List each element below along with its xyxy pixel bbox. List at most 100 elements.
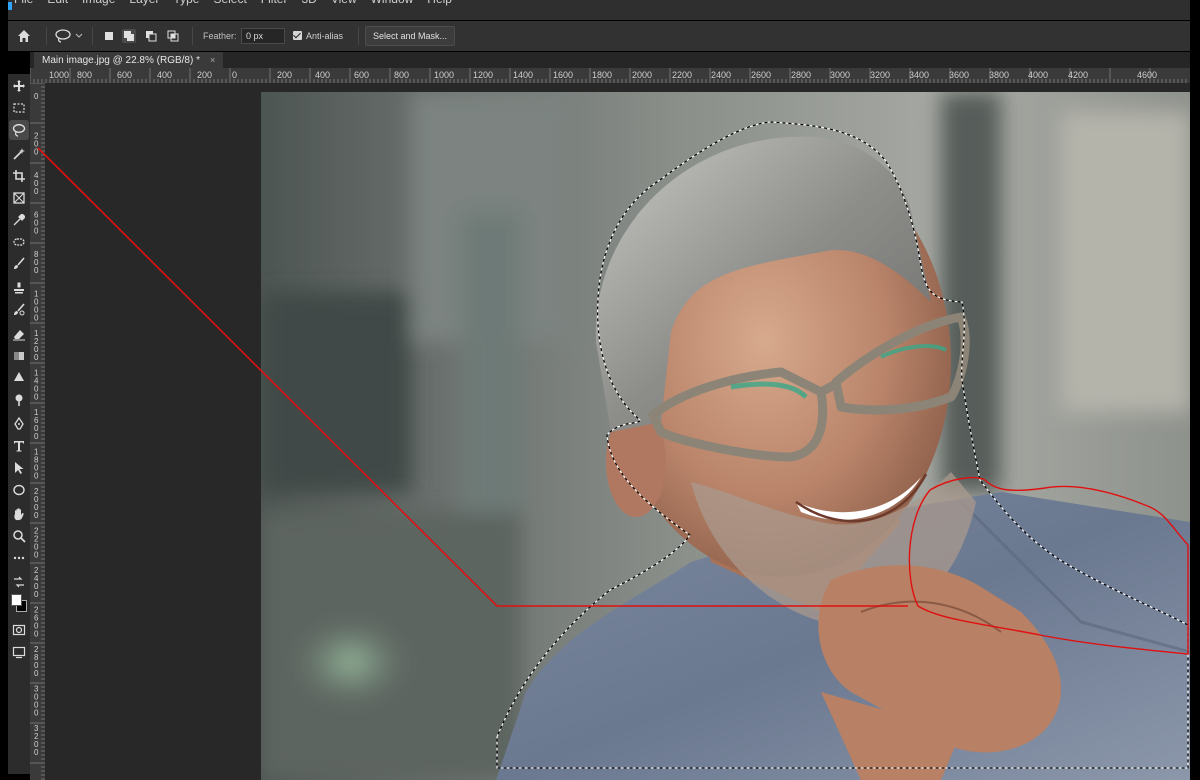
photo-canvas[interactable] xyxy=(261,92,1190,780)
dodge-tool[interactable] xyxy=(9,390,29,410)
move-tool[interactable] xyxy=(9,76,29,96)
pen-tool[interactable] xyxy=(9,414,29,434)
ruler-label: 200 xyxy=(277,70,292,80)
home-icon[interactable] xyxy=(16,21,36,51)
marquee-tool[interactable] xyxy=(9,98,29,118)
menu-bar: File Edit Image Layer Type Select Filter 3D View… xyxy=(8,0,1190,20)
ruler-label: 0 xyxy=(34,590,39,599)
patch-tool[interactable] xyxy=(9,232,29,252)
type-tool[interactable] xyxy=(9,436,29,456)
horizontal-ruler[interactable]: 1000 800 600 400 200 0 200 400 600 800 1000 1200 140… xyxy=(30,68,1190,83)
new-selection-icon[interactable] xyxy=(102,29,116,43)
ruler-ticks: 0200400600800100012001400160018002000220… xyxy=(30,83,45,780)
crop-icon xyxy=(13,170,25,182)
stamp-icon xyxy=(14,282,24,294)
ruler-label: 2400 xyxy=(711,70,731,80)
menu-item-image[interactable]: Image xyxy=(82,0,115,6)
feather-input[interactable] xyxy=(241,28,285,44)
path-select-icon xyxy=(15,462,24,474)
type-icon xyxy=(14,441,24,452)
document-tab-bar: Main image.jpg @ 22.8% (RGB/8) * × xyxy=(30,52,1190,68)
history-brush-tool[interactable] xyxy=(9,300,29,320)
ruler-label: 1600 xyxy=(553,70,573,80)
menu-item-help[interactable]: Help xyxy=(427,0,452,6)
ruler-label: 400 xyxy=(315,70,330,80)
document-tab[interactable]: Main image.jpg @ 22.8% (RGB/8) * × xyxy=(34,52,224,68)
vertical-ruler[interactable]: 0200400600800100012001400160018002000220… xyxy=(30,83,45,780)
photo-image xyxy=(261,92,1190,780)
menu-item-select[interactable]: Select xyxy=(213,0,246,6)
anti-alias-checkbox[interactable] xyxy=(293,31,302,40)
gradient-tool[interactable] xyxy=(9,346,29,366)
lasso-tool[interactable] xyxy=(9,120,29,140)
ruler-label: 0 xyxy=(232,70,237,80)
ruler-label: 0 xyxy=(34,187,39,196)
ruler-label: 0 xyxy=(34,92,39,101)
menu-item-file[interactable]: File xyxy=(14,0,33,6)
zoom-tool[interactable] xyxy=(9,526,29,546)
ellipse-icon xyxy=(13,484,25,496)
more-tools[interactable] xyxy=(9,548,29,568)
ruler-label: 2000 xyxy=(632,70,652,80)
menu-item-filter[interactable]: Filter xyxy=(261,0,288,6)
canvas-area[interactable] xyxy=(45,83,1190,780)
menu-item-edit[interactable]: Edit xyxy=(47,0,68,6)
tool-preset-picker[interactable] xyxy=(54,21,90,51)
eyedropper-tool[interactable] xyxy=(9,210,29,230)
subtract-from-selection-icon[interactable] xyxy=(144,29,158,43)
magic-wand-icon xyxy=(13,148,25,160)
hand-tool[interactable] xyxy=(9,504,29,524)
blur-tool[interactable] xyxy=(9,368,29,388)
quick-mask-icon[interactable] xyxy=(9,620,29,640)
menu-item-view[interactable]: View xyxy=(331,0,357,6)
menu-item-type[interactable]: Type xyxy=(173,0,199,6)
foreground-color-swatch[interactable] xyxy=(11,594,22,606)
ruler-label: 4600 xyxy=(1137,70,1157,80)
history-brush-icon xyxy=(14,303,25,316)
shape-tool[interactable] xyxy=(9,480,29,500)
frame-tool[interactable] xyxy=(9,188,29,208)
document-tab-title: Main image.jpg @ 22.8% (RGB/8) * xyxy=(42,54,200,66)
intersect-selection-icon[interactable] xyxy=(166,29,180,43)
ruler-label: 2600 xyxy=(751,70,771,80)
feather-label: Feather: xyxy=(203,31,237,41)
ruler-label: 0 xyxy=(34,148,39,157)
menu-item-window[interactable]: Window xyxy=(371,0,414,6)
photoshop-window: File Edit Image Layer Type Select Filter 3D View… xyxy=(0,0,1200,780)
color-swatches[interactable] xyxy=(9,590,29,616)
menu-item-3d[interactable]: 3D xyxy=(301,0,316,6)
add-to-selection-icon[interactable] xyxy=(122,29,136,43)
divider xyxy=(358,27,359,45)
lasso-icon xyxy=(12,124,26,137)
ruler-label: 0 xyxy=(34,551,39,560)
gradient-icon xyxy=(14,352,24,360)
ruler-label: 0 xyxy=(34,709,39,718)
ruler-ticks: 1000 800 600 400 200 0 200 400 600 800 1000 1200 140… xyxy=(30,68,1187,83)
tools-panel xyxy=(8,74,30,774)
ruler-label: 0 xyxy=(34,669,39,678)
ruler-label: 1200 xyxy=(473,70,493,80)
close-icon[interactable]: × xyxy=(210,55,215,65)
eraser-icon xyxy=(13,330,25,341)
swap-colors-icon[interactable] xyxy=(9,572,29,592)
ruler-label: 400 xyxy=(157,70,172,80)
pen-icon xyxy=(14,417,24,430)
stamp-tool[interactable] xyxy=(9,278,29,298)
eraser-tool[interactable] xyxy=(9,324,29,344)
ruler-label: 0 xyxy=(34,748,39,757)
crop-tool[interactable] xyxy=(9,166,29,186)
brush-tool[interactable] xyxy=(9,254,29,274)
menu-item-layer[interactable]: Layer xyxy=(129,0,159,6)
magic-wand-tool[interactable] xyxy=(9,144,29,164)
ruler-label: 0 xyxy=(34,314,39,323)
ruler-label: 800 xyxy=(394,70,409,80)
zoom-icon xyxy=(13,530,26,543)
path-selection-tool[interactable] xyxy=(9,458,29,478)
ruler-label: 3800 xyxy=(989,70,1009,80)
ruler-label: 1000 xyxy=(434,70,454,80)
select-and-mask-button[interactable]: Select and Mask... xyxy=(365,26,455,46)
screen-mode-icon[interactable] xyxy=(9,642,29,662)
ruler-label: 4200 xyxy=(1068,70,1088,80)
rect-marquee-icon xyxy=(13,103,25,113)
menu-items: File Edit Image Layer Type Select Filter 3D View… xyxy=(14,0,452,6)
